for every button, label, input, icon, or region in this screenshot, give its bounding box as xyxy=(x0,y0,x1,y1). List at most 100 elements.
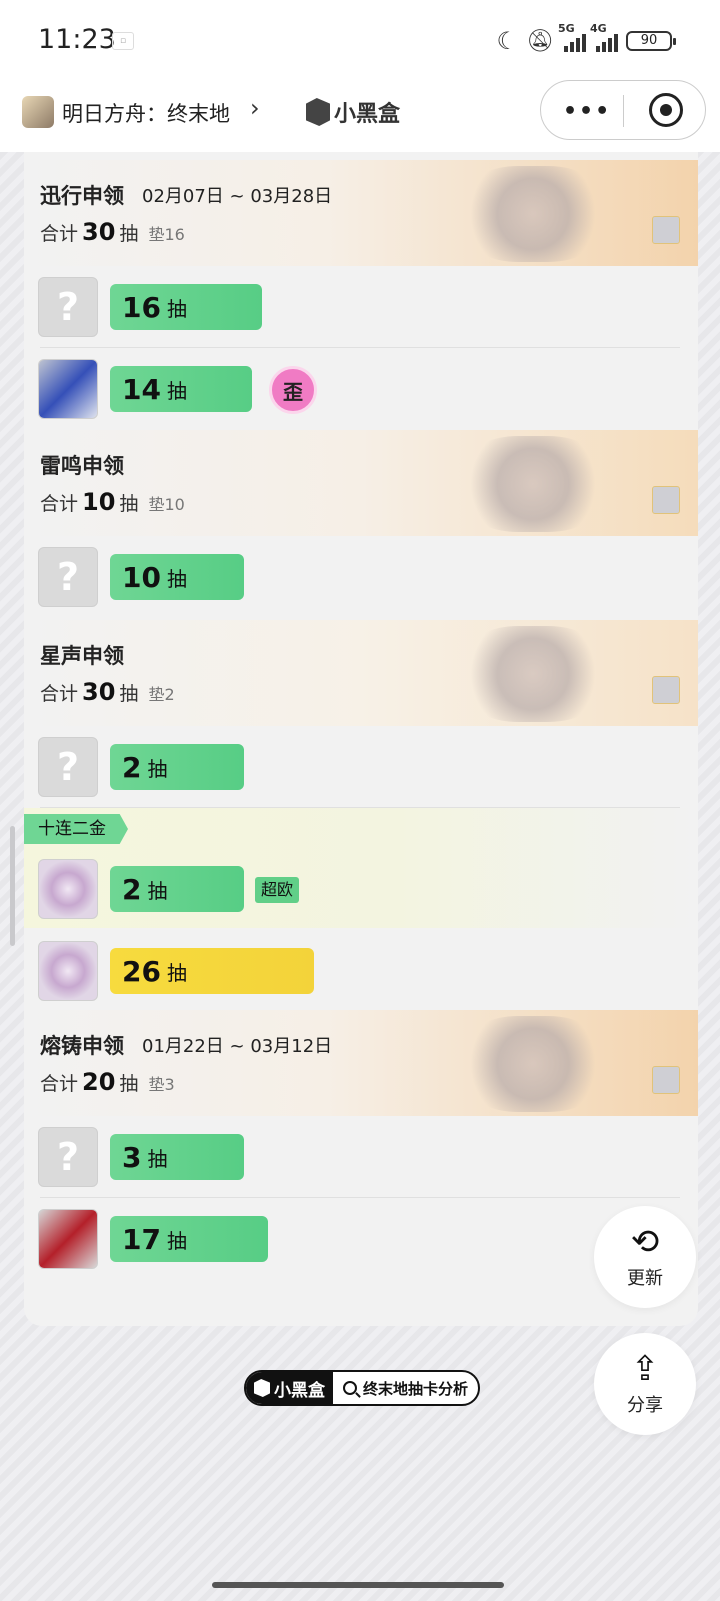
pull-count: 10 xyxy=(122,560,161,594)
total-unit: 抽 xyxy=(119,493,139,515)
pull-count: 26 xyxy=(122,954,161,988)
pity-label: 垫10 xyxy=(148,495,185,514)
net-label-1: 5G xyxy=(558,22,575,35)
brand-name: 小黑盒 xyxy=(334,102,401,127)
footer-brand: 小黑盒 xyxy=(246,1372,333,1404)
share-label: 分享 xyxy=(627,1395,663,1416)
pool-banner: 熔铸申领 01月22日 ~ 03月12日 合计 20 抽 垫3 xyxy=(24,1010,698,1116)
home-indicator[interactable] xyxy=(212,1582,504,1588)
pity-label: 垫2 xyxy=(148,685,175,704)
notification-icon: ▫ xyxy=(112,32,134,50)
pool-art xyxy=(458,436,608,532)
capsule-divider xyxy=(623,95,624,127)
pull-bar: 14 抽 xyxy=(110,366,252,412)
pool-thumb xyxy=(652,486,680,514)
pool-thumb xyxy=(652,676,680,704)
pull-history-card: 迅行申领 02月07日 ~ 03月28日 合计 30 抽 垫16 ? 16 抽 … xyxy=(24,152,698,1326)
share-icon: ⇪ xyxy=(630,1349,660,1389)
pull-bar: 2 抽 xyxy=(110,866,244,912)
total-label: 合计 xyxy=(40,1073,79,1095)
lucky-tag: 超欧 xyxy=(255,877,300,903)
pool-banner: 迅行申领 02月07日 ~ 03月28日 合计 30 抽 垫16 xyxy=(24,160,698,266)
off-banner-badge: 歪 xyxy=(269,366,317,414)
pull-row: ? 3 抽 xyxy=(24,1116,698,1198)
battery-icon: 90 xyxy=(626,31,676,51)
pool-art xyxy=(458,626,608,722)
pull-unit: 抽 xyxy=(166,1228,187,1253)
pull-bar: 17 抽 xyxy=(110,1216,268,1262)
close-program-icon[interactable] xyxy=(649,93,683,127)
pull-unit: 抽 xyxy=(166,296,187,321)
highlight-ribbon: 十连二金 xyxy=(24,814,128,844)
app-name[interactable]: 明日方舟：终末地 xyxy=(62,98,230,128)
pull-row: ? 2 抽 xyxy=(24,726,698,808)
pool-total: 合计 30 抽 垫16 xyxy=(40,218,185,246)
more-icon[interactable]: ••• xyxy=(563,99,611,124)
pull-unit: 抽 xyxy=(166,378,187,403)
total-count: 10 xyxy=(82,488,116,516)
total-unit: 抽 xyxy=(119,223,139,245)
total-label: 合计 xyxy=(40,493,79,515)
chevron-right-icon[interactable]: › xyxy=(250,94,260,122)
pool-total: 合计 30 抽 垫2 xyxy=(40,678,175,706)
pool-total: 合计 20 抽 垫3 xyxy=(40,1068,175,1096)
heybox-logo-icon xyxy=(254,1379,270,1397)
pool-name: 迅行申领 xyxy=(40,184,124,208)
footer-search-text: 终末地抽卡分析 xyxy=(363,1379,469,1398)
total-label: 合计 xyxy=(40,683,79,705)
pull-bar: 3 抽 xyxy=(110,1134,244,1180)
footer-search: 终末地抽卡分析 xyxy=(333,1378,478,1399)
pull-count: 14 xyxy=(122,372,161,406)
heybox-logo-icon xyxy=(306,98,330,126)
total-unit: 抽 xyxy=(119,683,139,705)
pity-label: 垫16 xyxy=(148,225,185,244)
refresh-label: 更新 xyxy=(627,1268,663,1289)
pool-date: 01月22日 ~ 03月12日 xyxy=(142,1036,333,1057)
weapon-icon xyxy=(38,941,98,1001)
total-count: 30 xyxy=(82,678,116,706)
footer-brand-name: 小黑盒 xyxy=(274,1380,325,1401)
nav-bar: 明日方舟：终末地 › 小黑盒 ••• xyxy=(0,80,720,152)
pull-count: 2 xyxy=(122,750,142,784)
pull-row: ? 10 抽 xyxy=(24,536,698,618)
net-label-2: 4G xyxy=(590,22,607,35)
scrollbar[interactable] xyxy=(10,826,15,946)
refresh-button[interactable]: ⟲ 更新 xyxy=(594,1206,696,1308)
pull-unit: 抽 xyxy=(147,878,168,903)
weapon-icon xyxy=(38,359,98,419)
weapon-icon xyxy=(38,859,98,919)
pull-bar: 26 抽 xyxy=(110,948,314,994)
share-button[interactable]: ⇪ 分享 xyxy=(594,1333,696,1435)
pool-name: 雷鸣申领 xyxy=(40,454,124,478)
refresh-icon: ⟲ xyxy=(630,1222,660,1262)
pool-banner: 雷鸣申领 合计 10 抽 垫10 xyxy=(24,430,698,536)
pool-banner: 星声申领 合计 30 抽 垫2 xyxy=(24,620,698,726)
pull-bar: 10 抽 xyxy=(110,554,244,600)
footer-brand-tag[interactable]: 小黑盒 终末地抽卡分析 xyxy=(244,1370,481,1406)
pull-count: 17 xyxy=(122,1222,161,1256)
signal-4g-icon: 4G xyxy=(590,22,618,52)
status-icons: ☾ 🔕︎ 5G 4G 90 xyxy=(496,22,676,58)
mini-program-capsule: ••• xyxy=(540,80,706,140)
pull-count: 2 xyxy=(122,872,142,906)
pull-row: 2 抽 超欧 xyxy=(24,848,698,930)
pool-date: 02月07日 ~ 03月28日 xyxy=(142,186,333,207)
pool-art xyxy=(458,166,608,262)
pull-count: 16 xyxy=(122,290,161,324)
moon-icon: ☾ xyxy=(496,27,519,55)
weapon-icon xyxy=(38,1209,98,1269)
search-icon xyxy=(343,1381,357,1395)
unknown-icon: ? xyxy=(38,277,98,337)
pull-unit: 抽 xyxy=(147,756,168,781)
pull-bar: 2 抽 xyxy=(110,744,244,790)
pull-unit: 抽 xyxy=(166,960,187,985)
pool-thumb xyxy=(652,1066,680,1094)
pool-total: 合计 10 抽 垫10 xyxy=(40,488,185,516)
total-unit: 抽 xyxy=(119,1073,139,1095)
total-count: 20 xyxy=(82,1068,116,1096)
pity-label: 垫3 xyxy=(148,1075,175,1094)
app-avatar[interactable] xyxy=(22,96,54,128)
pool-thumb xyxy=(652,216,680,244)
pull-row: ? 16 抽 xyxy=(24,266,698,348)
unknown-icon: ? xyxy=(38,547,98,607)
